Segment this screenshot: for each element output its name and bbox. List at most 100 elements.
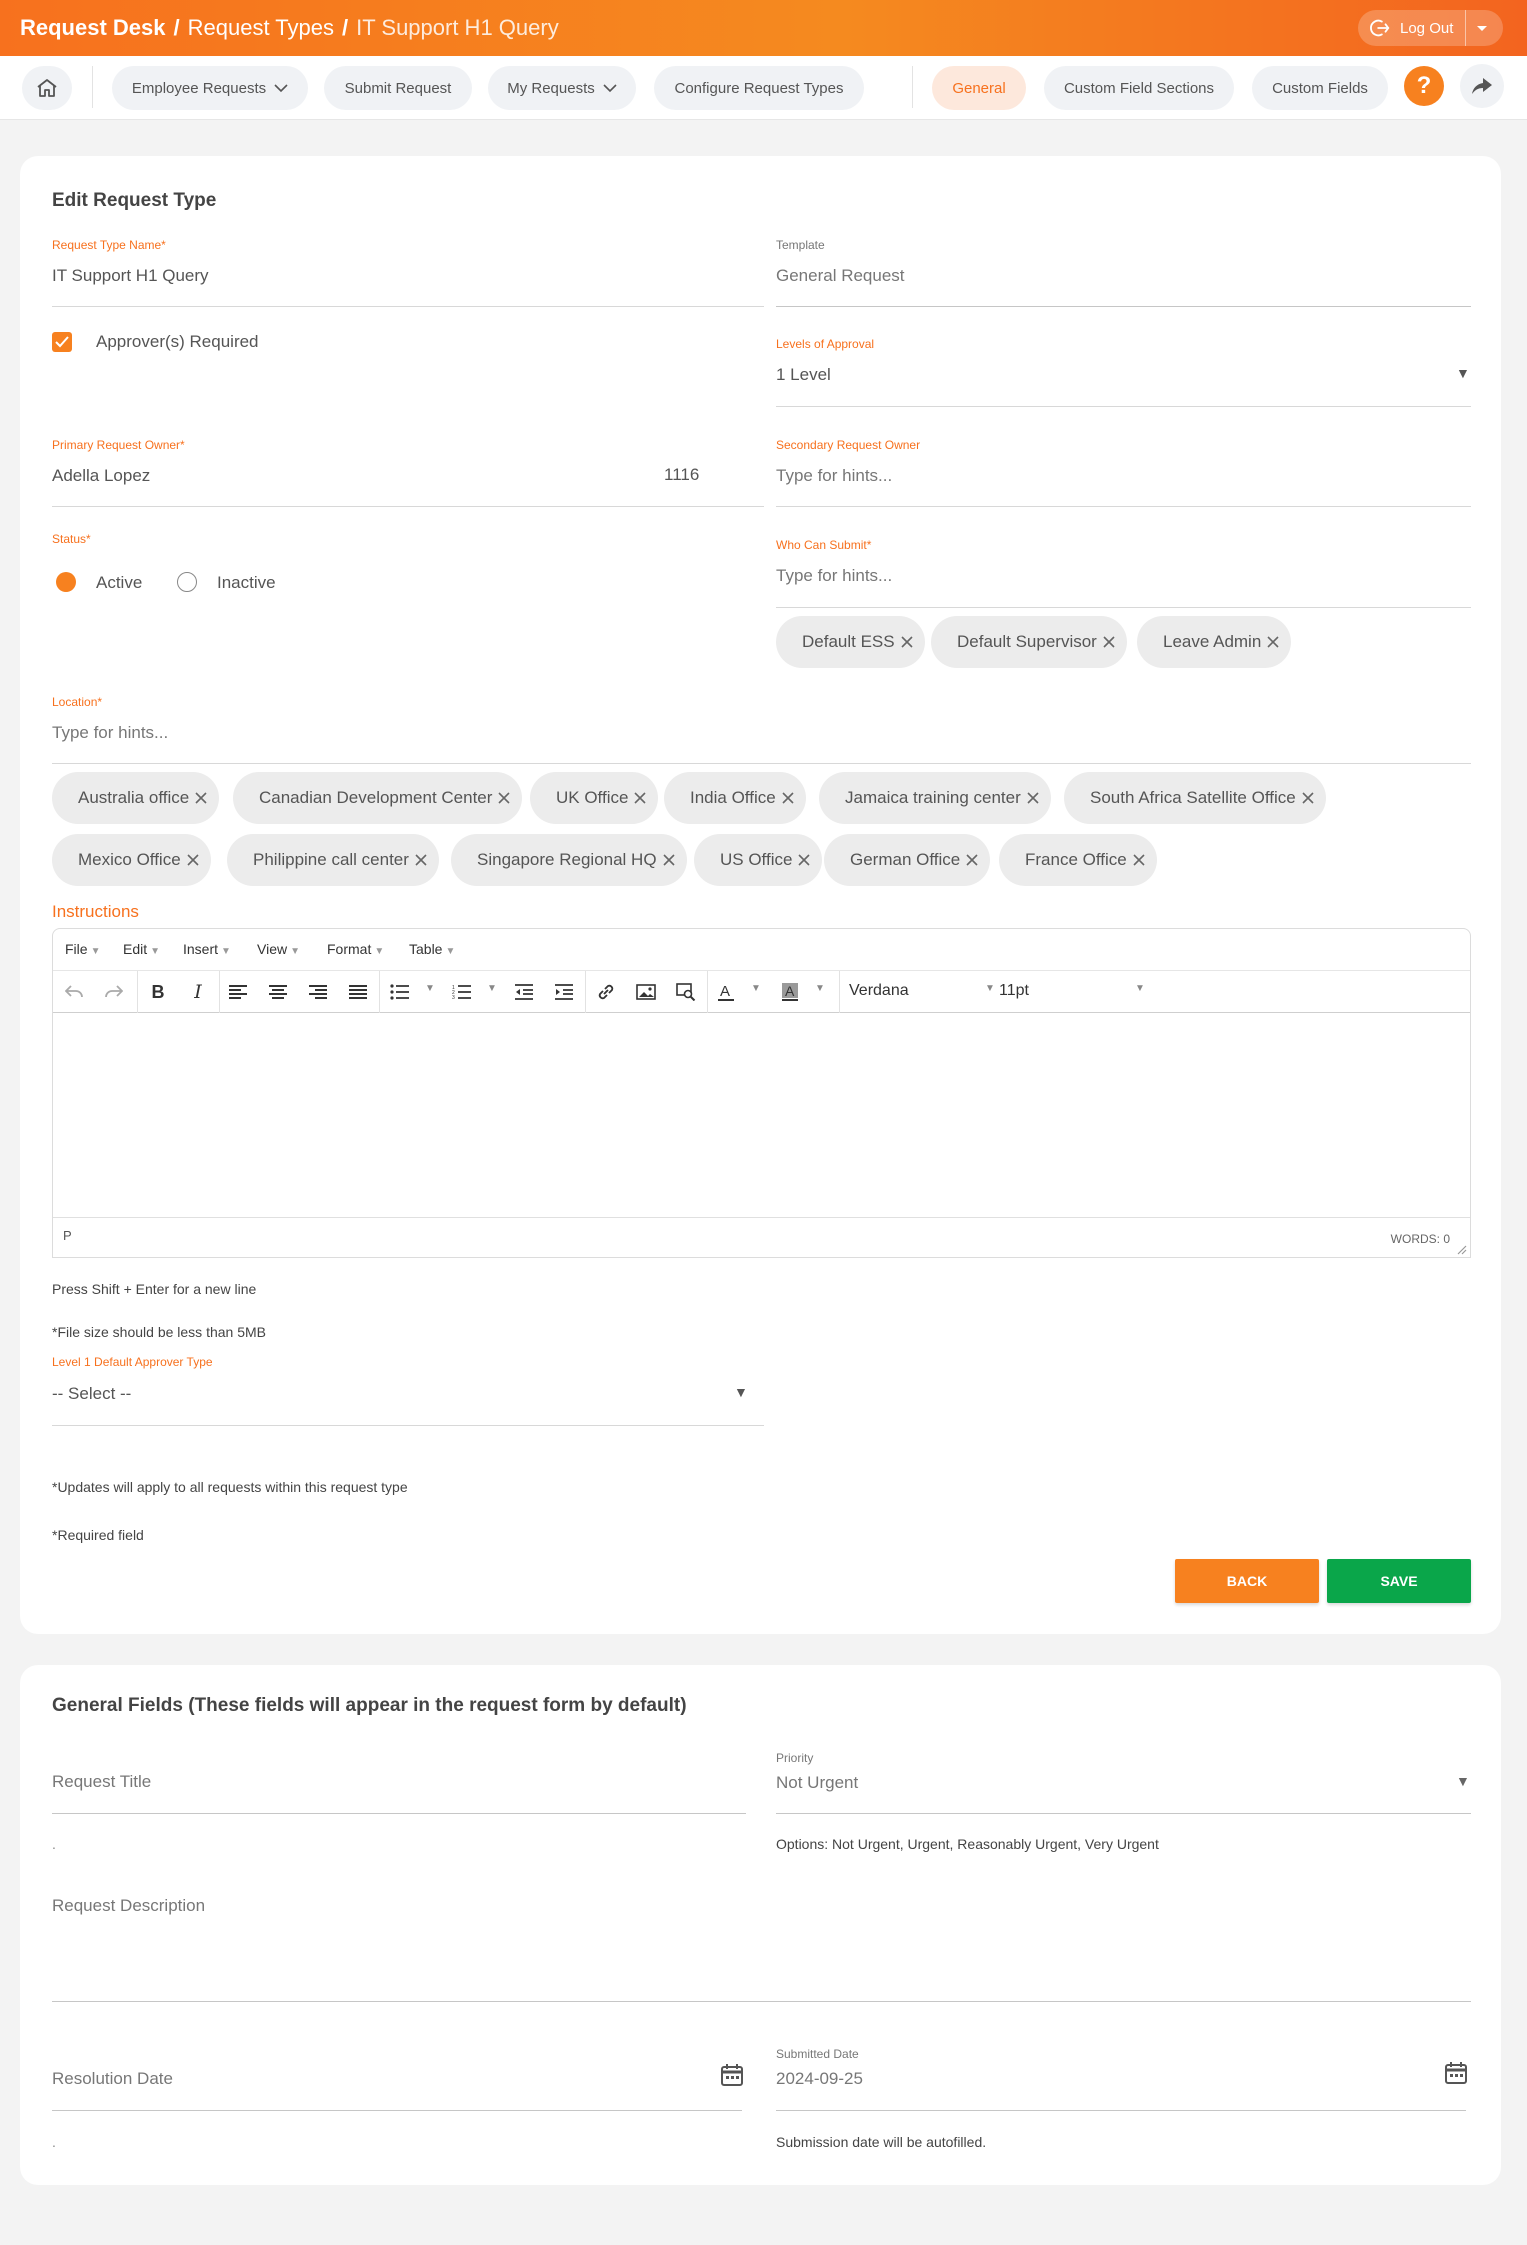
align-left-icon[interactable] [227, 981, 249, 1003]
menu-table[interactable]: Table ▼ [409, 941, 455, 957]
share-button[interactable] [1460, 64, 1504, 108]
close-icon[interactable] [632, 790, 648, 806]
close-icon[interactable] [964, 852, 980, 868]
font-family-select[interactable]: Verdana [849, 982, 909, 1000]
tab-custom-fields[interactable]: Custom Fields [1252, 66, 1388, 110]
close-icon[interactable] [413, 852, 429, 868]
check-icon [55, 336, 69, 348]
find-replace-icon[interactable] [675, 981, 697, 1003]
location-chip: US Office [694, 834, 823, 886]
align-right-icon[interactable] [307, 981, 329, 1003]
bold-icon[interactable]: B [147, 981, 169, 1003]
align-center-icon[interactable] [267, 981, 289, 1003]
close-icon[interactable] [1300, 790, 1316, 806]
close-icon[interactable] [496, 790, 512, 806]
field-underline [52, 506, 764, 507]
calendar-icon [720, 2063, 744, 2092]
level1-approver-select[interactable]: -- Select -- [52, 1384, 131, 1404]
chip-label: Canadian Development Center [259, 788, 493, 807]
nav-my-requests[interactable]: My Requests [488, 66, 636, 110]
who-can-submit-chip: Default ESS [776, 616, 925, 668]
editor-content-area[interactable] [53, 1013, 1470, 1217]
bullet-list-icon[interactable] [389, 981, 411, 1003]
element-path[interactable]: P [63, 1228, 72, 1243]
chevron-down-icon[interactable]: ▼ [487, 983, 497, 994]
approvers-required-checkbox[interactable] [52, 332, 72, 352]
logout-button[interactable]: Log Out [1358, 10, 1503, 46]
nav-submit-request[interactable]: Submit Request [324, 66, 472, 110]
submitted-date-field: 2024-09-25 [776, 2069, 863, 2088]
align-justify-icon[interactable] [347, 981, 369, 1003]
chip-label: Singapore Regional HQ [477, 850, 657, 869]
close-icon[interactable] [796, 852, 812, 868]
italic-icon[interactable]: I [187, 981, 209, 1003]
chip-label: Leave Admin [1163, 632, 1262, 651]
redo-icon[interactable] [103, 981, 125, 1003]
menu-edit[interactable]: Edit ▼ [123, 941, 160, 957]
toolbar-divider [379, 971, 380, 1013]
tab-custom-field-sections[interactable]: Custom Field Sections [1044, 66, 1234, 110]
logout-icon [1368, 16, 1392, 40]
location-chip: South Africa Satellite Office [1064, 772, 1326, 824]
request-type-name-input[interactable]: IT Support H1 Query [52, 266, 209, 286]
home-button[interactable] [22, 66, 72, 110]
dropdown-arrow-icon[interactable]: ▼ [1456, 365, 1470, 381]
close-icon[interactable] [193, 790, 209, 806]
close-icon[interactable] [899, 634, 915, 650]
resize-handle-icon[interactable] [1455, 1242, 1467, 1260]
tab-general[interactable]: General [932, 66, 1026, 110]
text-color-icon[interactable]: A [715, 981, 737, 1003]
breadcrumb-request-desk[interactable]: Request Desk [20, 15, 166, 41]
toolbar-divider [219, 971, 220, 1013]
numbered-list-icon[interactable]: 123 [451, 981, 473, 1003]
levels-of-approval-select[interactable]: 1 Level [776, 365, 831, 385]
close-icon[interactable] [1025, 790, 1041, 806]
undo-icon[interactable] [63, 981, 85, 1003]
background-color-icon[interactable]: A [779, 981, 801, 1003]
editor-statusbar: P WORDS: 0 [53, 1217, 1470, 1257]
nav-configure-request-types[interactable]: Configure Request Types [654, 66, 864, 110]
help-button[interactable]: ? [1404, 66, 1444, 106]
general-fields-title: General Fields (These fields will appear… [52, 1695, 687, 1716]
close-icon[interactable] [185, 852, 201, 868]
menu-format[interactable]: Format ▼ [327, 941, 384, 957]
indent-icon[interactable] [553, 981, 575, 1003]
chevron-down-icon[interactable]: ▼ [425, 983, 435, 994]
submitted-date-label: Submitted Date [776, 2047, 859, 2061]
close-icon[interactable] [780, 790, 796, 806]
back-button[interactable]: BACK [1175, 1559, 1319, 1603]
who-can-submit-input[interactable]: Type for hints... [776, 566, 892, 586]
dropdown-arrow-icon[interactable]: ▼ [734, 1384, 748, 1400]
chevron-down-icon[interactable]: ▼ [751, 983, 761, 994]
font-size-select[interactable]: 11pt [999, 982, 1029, 1000]
file-size-note: *File size should be less than 5MB [52, 1324, 266, 1340]
status-inactive-radio[interactable] [177, 572, 197, 592]
location-chip: Mexico Office [52, 834, 211, 886]
nav-employee-requests[interactable]: Employee Requests [112, 66, 308, 110]
chevron-down-icon [603, 80, 617, 97]
status-active-radio[interactable] [56, 572, 76, 592]
field-underline [52, 2001, 1471, 2002]
breadcrumb-request-types[interactable]: Request Types [188, 15, 334, 41]
save-button[interactable]: SAVE [1327, 1559, 1471, 1603]
close-icon[interactable] [1101, 634, 1117, 650]
image-icon[interactable] [635, 981, 657, 1003]
secondary-owner-input[interactable]: Type for hints... [776, 466, 892, 486]
close-icon[interactable] [661, 852, 677, 868]
location-chip: Canadian Development Center [233, 772, 523, 824]
menu-file[interactable]: File ▼ [65, 941, 100, 957]
close-icon[interactable] [1131, 852, 1147, 868]
chevron-down-icon[interactable]: ▼ [815, 983, 825, 994]
menu-insert[interactable]: Insert ▼ [183, 941, 231, 957]
chevron-down-icon[interactable]: ▼ [985, 983, 995, 994]
chip-label: Jamaica training center [845, 788, 1021, 807]
location-input[interactable]: Type for hints... [52, 723, 168, 743]
logout-divider [1465, 10, 1467, 46]
close-icon[interactable] [1265, 634, 1281, 650]
outdent-icon[interactable] [513, 981, 535, 1003]
menu-view[interactable]: View ▼ [257, 941, 300, 957]
chevron-down-icon[interactable]: ▼ [1135, 983, 1145, 994]
link-icon[interactable] [595, 981, 617, 1003]
primary-owner-input[interactable]: Adella Lopez [52, 466, 150, 486]
chevron-down-icon[interactable] [1476, 20, 1488, 37]
